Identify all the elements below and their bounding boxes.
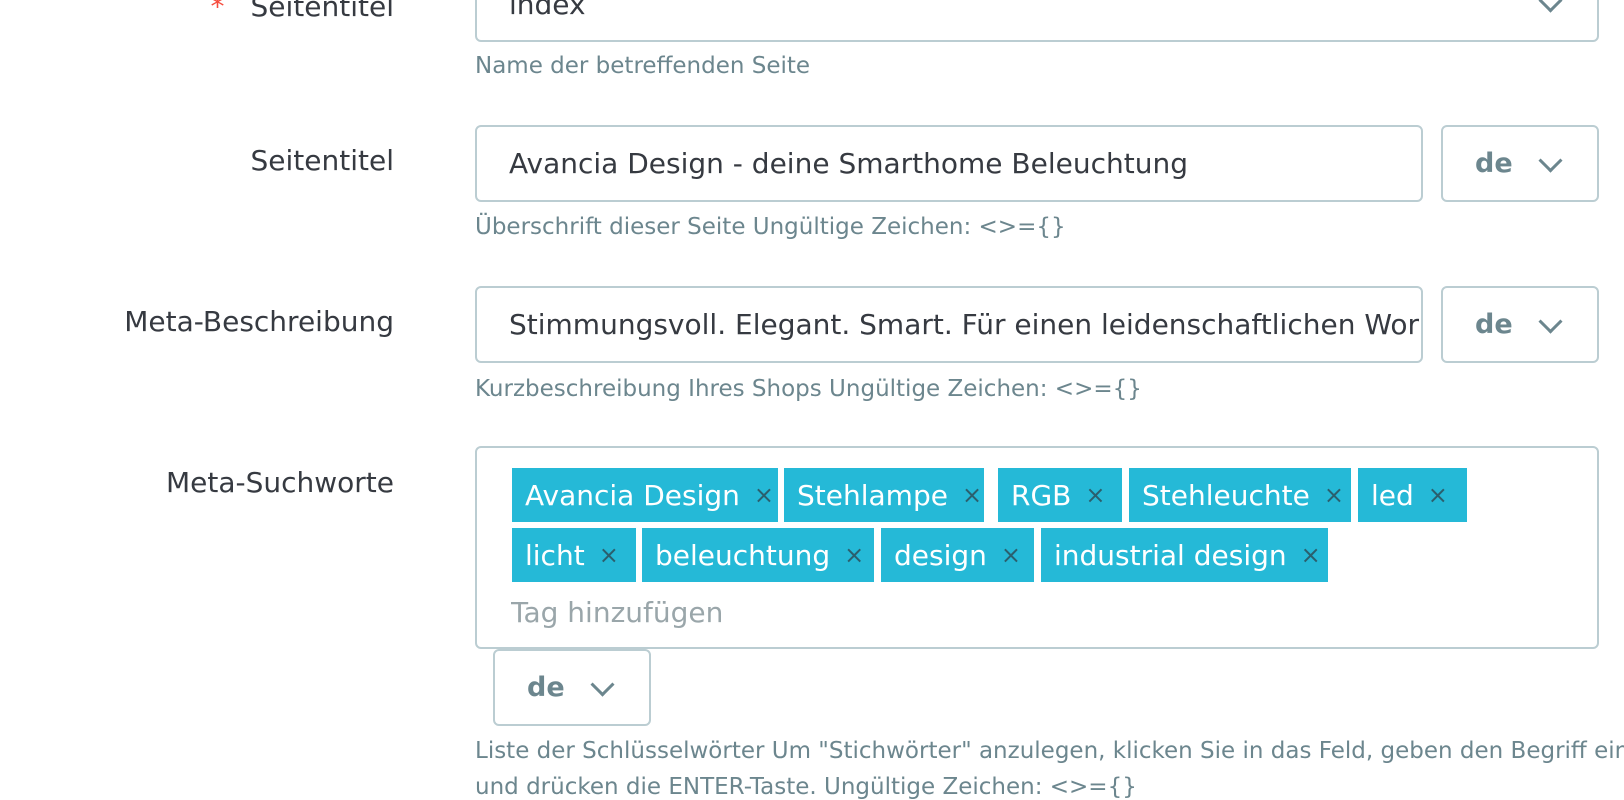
keyword-tag-label: industrial design: [1054, 538, 1287, 572]
keyword-tag: licht ×: [512, 528, 636, 582]
language-code: de: [527, 672, 565, 703]
page-title-value: Avancia Design - deine Smarthome Beleuch…: [509, 147, 1188, 180]
keyword-tag-label: Stehlampe: [797, 478, 948, 512]
page-seo-form: * Seitentitel index Name der betreffenden…: [0, 0, 1624, 800]
keyword-tag: led ×: [1358, 468, 1467, 522]
keyword-tag-label: Stehleuchte: [1142, 478, 1310, 512]
remove-tag-icon[interactable]: ×: [1324, 481, 1344, 509]
keyword-tag: Stehlampe ×: [784, 468, 984, 522]
meta-keywords-tag-field[interactable]: Avancia Design × Stehlampe × RGB × Stehleuc…: [475, 446, 1599, 649]
meta-keywords-help-line-2: und drücken die ENTER-Taste. Ungültige Z…: [475, 774, 1137, 800]
meta-description-language-button[interactable]: de: [1441, 286, 1599, 363]
page-title-label: Seitentitel: [250, 144, 394, 177]
keyword-tag: Stehleuchte ×: [1129, 468, 1351, 522]
page-title-input[interactable]: Avancia Design - deine Smarthome Beleuch…: [475, 125, 1423, 202]
meta-keywords-language-button[interactable]: de: [493, 649, 651, 726]
meta-keywords-label: Meta-Suchworte: [165, 466, 394, 499]
keyword-tag: RGB ×: [998, 468, 1122, 522]
chevron-down-icon: [590, 672, 615, 697]
keyword-tag-label: led: [1371, 478, 1414, 512]
meta-description-help: Kurzbeschreibung Ihres Shops Ungültige Z…: [475, 376, 1142, 402]
page-name-label-text: Seitentitel: [250, 0, 394, 23]
keyword-tag: industrial design ×: [1041, 528, 1328, 582]
meta-description-input[interactable]: Stimmungsvoll. Elegant. Smart. Für einen…: [475, 286, 1423, 363]
keyword-tag: design ×: [881, 528, 1034, 582]
remove-tag-icon[interactable]: ×: [1428, 481, 1448, 509]
page-name-value: index: [509, 0, 586, 21]
remove-tag-icon[interactable]: ×: [599, 541, 619, 569]
remove-tag-icon[interactable]: ×: [754, 481, 774, 509]
keyword-tag: Avancia Design ×: [512, 468, 778, 522]
language-code: de: [1475, 309, 1513, 340]
required-star: *: [210, 0, 225, 23]
remove-tag-icon[interactable]: ×: [844, 541, 864, 569]
keyword-tag-label: design: [894, 538, 987, 572]
remove-tag-icon[interactable]: ×: [1301, 541, 1321, 569]
meta-keywords-help-line-1: Liste der Schlüsselwörter Um "Stichwörte…: [475, 738, 1624, 764]
remove-tag-icon[interactable]: ×: [1001, 541, 1021, 569]
chevron-down-icon: [1538, 309, 1563, 334]
remove-tag-icon[interactable]: ×: [1085, 481, 1105, 509]
page-name-select[interactable]: index: [475, 0, 1599, 42]
language-code: de: [1475, 148, 1513, 179]
add-tag-input[interactable]: [511, 592, 1111, 632]
chevron-down-icon: [1538, 148, 1563, 173]
keyword-tag: beleuchtung ×: [642, 528, 874, 582]
keyword-tag-label: beleuchtung: [655, 538, 831, 572]
keyword-tag-label: RGB: [1011, 478, 1072, 512]
remove-tag-icon[interactable]: ×: [962, 481, 982, 509]
meta-description-value: Stimmungsvoll. Elegant. Smart. Für einen…: [509, 308, 1421, 341]
page-name-help: Name der betreffenden Seite: [475, 53, 811, 79]
keyword-tag-label: licht: [525, 538, 585, 572]
page-name-label: * Seitentitel: [211, 0, 394, 23]
page-title-help: Überschrift dieser Seite Ungültige Zeich…: [475, 214, 1066, 240]
page-title-language-button[interactable]: de: [1441, 125, 1599, 202]
keyword-tag-label: Avancia Design: [525, 478, 740, 512]
meta-description-label: Meta-Beschreibung: [124, 305, 394, 338]
